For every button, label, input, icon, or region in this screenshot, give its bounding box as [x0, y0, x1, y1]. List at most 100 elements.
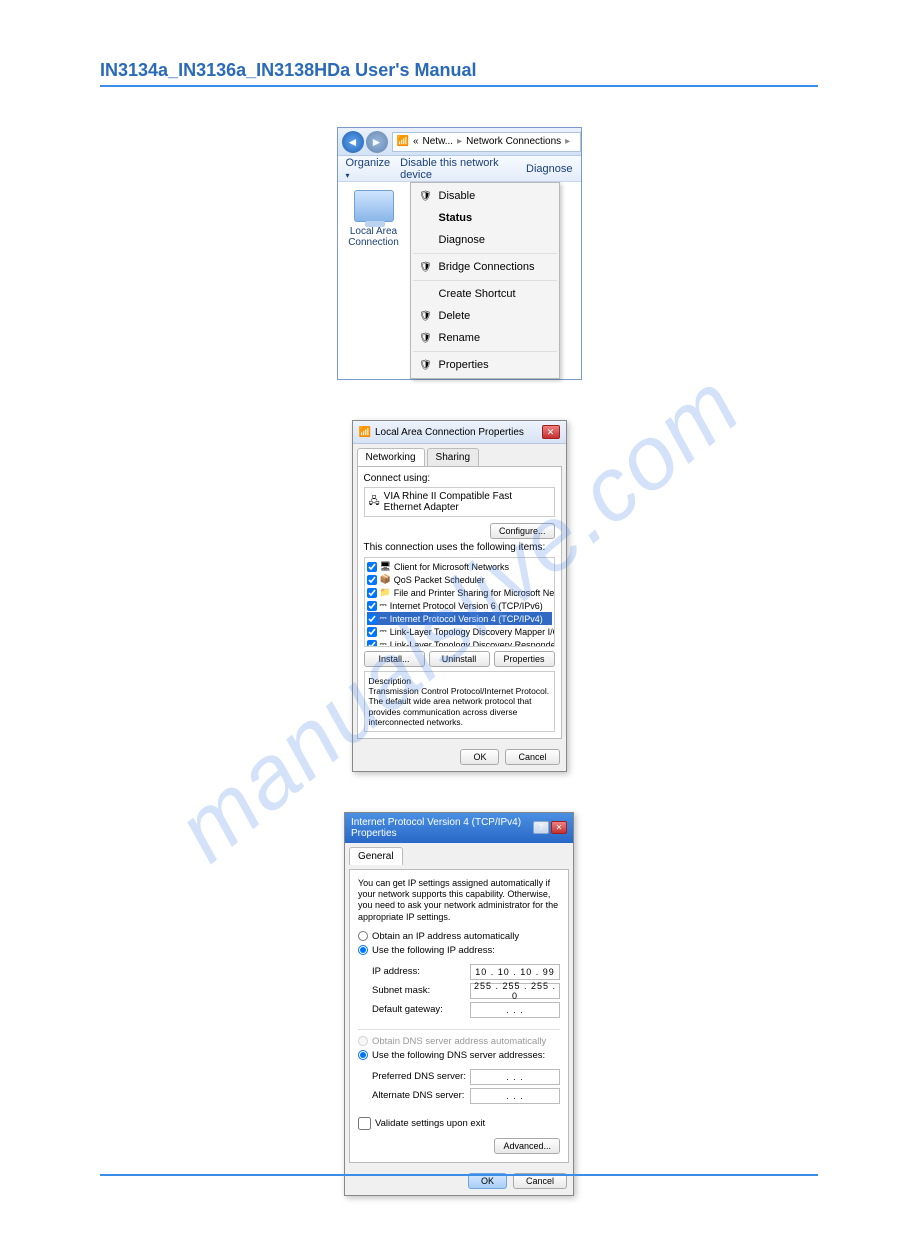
breadcrumb-prefix: «: [413, 136, 419, 147]
cancel-button[interactable]: Cancel: [505, 749, 559, 765]
ctx-status[interactable]: Status: [413, 207, 557, 229]
disable-device-button[interactable]: Disable this network device: [400, 157, 516, 181]
pref-dns-field[interactable]: . . .: [470, 1069, 560, 1085]
tab-bar: Networking Sharing: [353, 444, 566, 466]
protocol-icon: ⎓: [380, 613, 387, 624]
ctx-shortcut[interactable]: Create Shortcut: [413, 283, 557, 305]
ipv4-properties-dialog: Internet Protocol Version 4 (TCP/IPv4) P…: [344, 812, 574, 1196]
alt-dns-label: Alternate DNS server:: [372, 1090, 464, 1101]
ctx-label: Disable: [439, 190, 476, 202]
network-icon: 📶: [359, 427, 371, 438]
network-adapter-icon: [354, 190, 394, 222]
protocol-icon: ⎓: [380, 626, 387, 637]
client-icon: 🖥: [380, 561, 391, 572]
advanced-button[interactable]: Advanced...: [494, 1138, 560, 1154]
tab-general[interactable]: General: [349, 847, 403, 865]
subnet-field[interactable]: 255 . 255 . 255 . 0: [470, 983, 560, 999]
ctx-bridge[interactable]: 🛡Bridge Connections: [413, 256, 557, 281]
description-text: Transmission Control Protocol/Internet P…: [369, 686, 550, 727]
item-checkbox[interactable]: [367, 562, 377, 572]
ctx-label: Properties: [439, 359, 489, 371]
list-item-selected[interactable]: ⎓Internet Protocol Version 4 (TCP/IPv4): [367, 612, 552, 625]
radio-use-dns[interactable]: Use the following DNS server addresses:: [358, 1050, 560, 1061]
explorer-window: ◄ ► 📶 « Netw... ▸ Network Connections ▸ …: [337, 127, 582, 380]
footer-separator: [100, 1174, 818, 1176]
item-checkbox[interactable]: [367, 601, 377, 611]
list-item[interactable]: 📁File and Printer Sharing for Microsoft …: [367, 586, 552, 599]
radio-auto-ip[interactable]: Obtain an IP address automatically: [358, 931, 560, 942]
ok-button[interactable]: OK: [460, 749, 499, 765]
list-item[interactable]: 🖥Client for Microsoft Networks: [367, 560, 552, 573]
local-area-connection-item[interactable]: Local Area Connection: [338, 182, 410, 379]
protocol-icon: ⎓: [380, 600, 387, 611]
ctx-properties[interactable]: 🛡Properties: [413, 354, 557, 376]
item-checkbox[interactable]: [367, 614, 377, 624]
radio-label: Use the following IP address:: [372, 945, 495, 956]
list-item[interactable]: ⎓Link-Layer Topology Discovery Responder: [367, 638, 552, 647]
breadcrumb-item[interactable]: Network Connections: [466, 136, 561, 147]
ctx-label: Status: [439, 212, 473, 224]
ctx-rename[interactable]: 🛡Rename: [413, 327, 557, 352]
list-item[interactable]: 📦QoS Packet Scheduler: [367, 573, 552, 586]
lac-label: Local Area: [342, 226, 406, 237]
items-list[interactable]: 🖥Client for Microsoft Networks 📦QoS Pack…: [364, 557, 555, 647]
tab-networking[interactable]: Networking: [357, 448, 425, 466]
chevron-right-icon: ▸: [457, 136, 462, 147]
context-menu: 🛡Disable Status Diagnose 🛡Bridge Connect…: [410, 182, 560, 379]
ctx-label: Bridge Connections: [439, 261, 535, 273]
ctx-diagnose[interactable]: Diagnose: [413, 229, 557, 254]
breadcrumb-item[interactable]: Netw...: [423, 136, 454, 147]
ctx-label: Rename: [439, 332, 481, 344]
page-title: IN3134a_IN3136a_IN3138HDa User's Manual: [100, 60, 818, 87]
share-icon: 📁: [380, 587, 391, 598]
tab-sharing[interactable]: Sharing: [427, 448, 479, 466]
item-checkbox[interactable]: [367, 575, 377, 585]
item-label: Client for Microsoft Networks: [394, 562, 509, 572]
close-button[interactable]: ✕: [551, 821, 567, 834]
pref-dns-label: Preferred DNS server:: [372, 1071, 466, 1082]
subnet-label: Subnet mask:: [372, 985, 430, 996]
validate-checkbox-row[interactable]: Validate settings upon exit: [358, 1117, 560, 1130]
diagnose-button[interactable]: Diagnose: [526, 163, 572, 175]
radio-label: Obtain DNS server address automatically: [372, 1036, 546, 1047]
radio-use-ip[interactable]: Use the following IP address:: [358, 945, 560, 956]
help-button[interactable]: ?: [533, 821, 549, 834]
radio-input[interactable]: [358, 945, 368, 955]
properties-button[interactable]: Properties: [494, 651, 555, 667]
ip-address-field[interactable]: 10 . 10 . 10 . 99: [470, 964, 560, 980]
item-checkbox[interactable]: [367, 640, 377, 648]
item-label: Link-Layer Topology Discovery Mapper I/O…: [390, 627, 555, 637]
item-checkbox[interactable]: [367, 627, 377, 637]
dialog-titlebar: Internet Protocol Version 4 (TCP/IPv4) P…: [345, 813, 573, 843]
list-item[interactable]: ⎓Internet Protocol Version 6 (TCP/IPv6): [367, 599, 552, 612]
back-button[interactable]: ◄: [342, 131, 364, 153]
ctx-disable[interactable]: 🛡 Disable: [413, 185, 557, 207]
organize-menu[interactable]: Organize: [346, 157, 391, 181]
radio-input[interactable]: [358, 931, 368, 941]
chevron-right-icon: ▸: [565, 136, 570, 147]
install-button[interactable]: Install...: [364, 651, 425, 667]
explorer-toolbar: Organize Disable this network device Dia…: [338, 156, 581, 182]
list-item[interactable]: ⎓Link-Layer Topology Discovery Mapper I/…: [367, 625, 552, 638]
radio-input[interactable]: [358, 1050, 368, 1060]
shield-icon: 🛡: [419, 189, 433, 203]
item-label: Internet Protocol Version 6 (TCP/IPv6): [390, 601, 543, 611]
gateway-field[interactable]: . . .: [470, 1002, 560, 1018]
radio-label: Obtain an IP address automatically: [372, 931, 519, 942]
close-button[interactable]: ✕: [542, 425, 560, 439]
item-checkbox[interactable]: [367, 588, 377, 598]
protocol-icon: ⎓: [380, 639, 387, 647]
lac-properties-dialog: 📶Local Area Connection Properties ✕ Netw…: [352, 420, 567, 772]
adapter-icon: 🖧: [369, 494, 380, 511]
ctx-delete[interactable]: 🛡Delete: [413, 305, 557, 327]
uninstall-button[interactable]: Uninstall: [429, 651, 490, 667]
item-label: File and Printer Sharing for Microsoft N…: [394, 588, 555, 598]
validate-checkbox[interactable]: [358, 1117, 371, 1130]
alt-dns-field[interactable]: . . .: [470, 1088, 560, 1104]
shield-icon: 🛡: [419, 309, 433, 323]
description-box: Description Transmission Control Protoco…: [364, 671, 555, 732]
ip-address-label: IP address:: [372, 966, 420, 977]
breadcrumb[interactable]: 📶 « Netw... ▸ Network Connections ▸: [392, 132, 581, 152]
configure-button[interactable]: Configure...: [490, 523, 555, 539]
forward-button[interactable]: ►: [366, 131, 388, 153]
